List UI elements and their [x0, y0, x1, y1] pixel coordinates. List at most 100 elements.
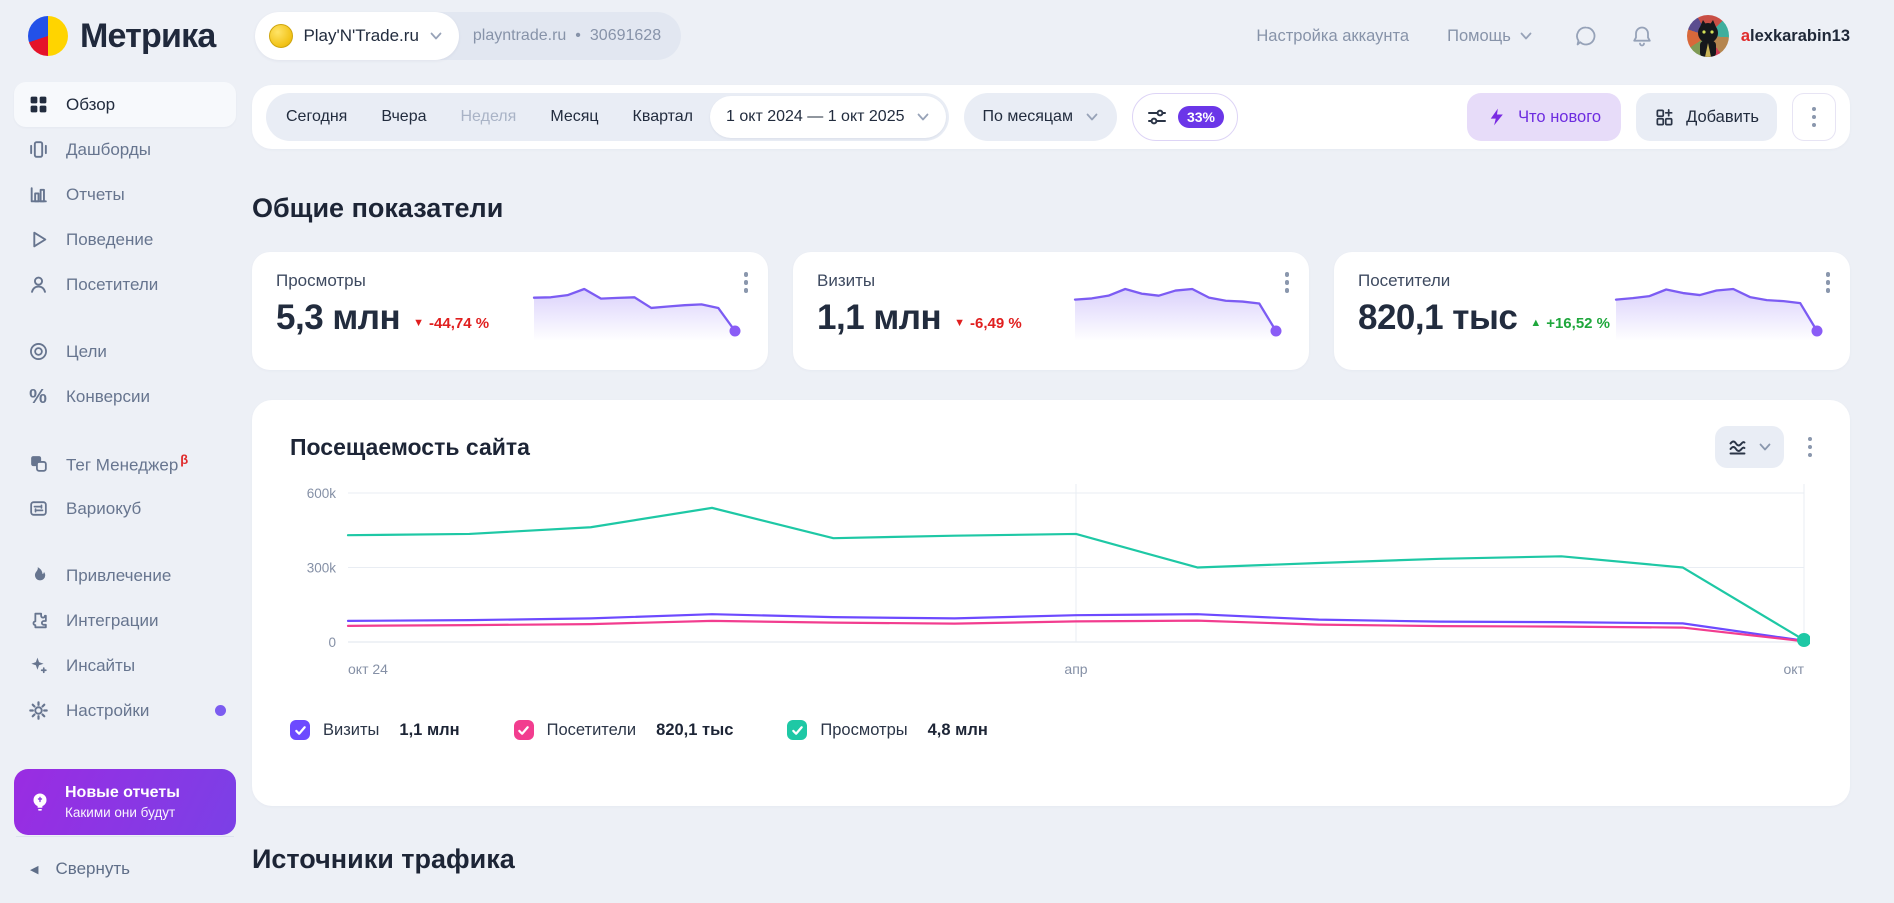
svg-text:окт 24: окт 24	[348, 661, 388, 677]
user-menu[interactable]: alexkarabin13	[1687, 15, 1850, 57]
notifications-button[interactable]	[1625, 19, 1659, 53]
collapse-label: Свернуть	[55, 859, 130, 879]
period-yesterday[interactable]: Вчера	[364, 96, 443, 138]
chevron-down-icon	[916, 110, 930, 124]
kebab-icon	[1812, 107, 1817, 128]
triangle-up-icon: ▲	[1530, 317, 1541, 329]
metric-card-views[interactable]: Просмотры 5,3 млн ▼-44,74 %	[252, 252, 768, 370]
metric-value: 5,3 млн	[276, 298, 400, 338]
card-menu-button[interactable]	[1826, 272, 1831, 293]
checkbox-checked-icon[interactable]	[514, 720, 534, 740]
sparkles-icon	[27, 655, 49, 677]
counter-id: 30691628	[590, 27, 661, 45]
sidebar-item-variocube[interactable]: Вариокуб	[14, 486, 236, 531]
messages-button[interactable]	[1569, 19, 1603, 53]
chart-menu-button[interactable]	[1808, 437, 1813, 458]
new-reports-promo-card[interactable]: Новые отчеты Какими они будут	[14, 769, 236, 835]
sparkline-chart	[1068, 282, 1283, 342]
sidebar-item-behavior[interactable]: Поведение	[14, 217, 236, 262]
whats-new-button[interactable]: Что нового	[1467, 93, 1621, 141]
sidebar-item-label: Конверсии	[66, 387, 150, 407]
metrika-app: Метрика Play'N'Trade.ru playntrade.ru • …	[0, 0, 1894, 903]
lightning-bolt-icon	[1487, 107, 1507, 127]
chevron-down-icon	[1085, 110, 1099, 124]
lightbulb-icon	[28, 790, 52, 814]
card-menu-button[interactable]	[744, 272, 749, 293]
metrika-logo-text: Метрика	[80, 17, 215, 56]
checkbox-checked-icon[interactable]	[290, 720, 310, 740]
sidebar-item-goals[interactable]: Цели	[14, 329, 236, 374]
sidebar-item-integrations[interactable]: Интеграции	[14, 598, 236, 643]
chevron-down-icon	[1519, 29, 1533, 43]
legend-item-visits[interactable]: Визиты 1,1 млн	[290, 720, 460, 740]
card-menu-button[interactable]	[1285, 272, 1290, 293]
sampling-button[interactable]: 33%	[1132, 93, 1238, 141]
checkbox-checked-icon[interactable]	[787, 720, 807, 740]
sliders-icon	[1146, 106, 1168, 128]
goals-icon	[27, 341, 49, 363]
chevron-down-icon	[429, 29, 443, 43]
behavior-icon	[27, 229, 49, 251]
counter-select[interactable]: Play'N'Trade.ru	[255, 12, 458, 60]
promo-subtitle: Какими они будут	[65, 805, 180, 820]
granularity-value: По месяцам	[982, 108, 1072, 126]
wavy-lines-icon	[1727, 436, 1749, 458]
sidebar-item-insights[interactable]: Инсайты	[14, 643, 236, 688]
sidebar-item-label: Посетители	[66, 275, 158, 295]
metric-card-visitors[interactable]: Посетители 820,1 тыс ▲+16,52 %	[1334, 252, 1850, 370]
sidebar-item-label: Настройки	[66, 701, 149, 721]
period-month[interactable]: Месяц	[533, 96, 615, 138]
legend-item-visitors[interactable]: Посетители 820,1 тыс	[514, 720, 734, 740]
sidebar-item-acquisition[interactable]: Привлечение	[14, 553, 236, 598]
sidebar-item-dashboards[interactable]: Дашборды	[14, 127, 236, 172]
sidebar-item-visitors[interactable]: Посетители	[14, 262, 236, 307]
grid-icon	[27, 94, 49, 116]
add-widget-button[interactable]: Добавить	[1636, 93, 1777, 141]
traffic-chart-card: Посещаемость сайта 600k300k0окт 24апрокт…	[252, 400, 1850, 806]
svg-text:0: 0	[328, 635, 336, 650]
toolbar-menu-button[interactable]	[1792, 93, 1836, 141]
sidebar-item-label: Цели	[66, 342, 107, 362]
whats-new-label: Что нового	[1518, 108, 1601, 127]
tag-manager-icon	[27, 453, 49, 475]
granularity-select[interactable]: По месяцам	[964, 93, 1116, 141]
sidebar-item-label: Поведение	[66, 230, 153, 250]
period-today[interactable]: Сегодня	[269, 96, 364, 138]
collapse-sidebar-button[interactable]: ◀ Свернуть	[14, 849, 236, 889]
sidebar-divider	[16, 836, 234, 837]
sidebar-item-settings[interactable]: Настройки	[14, 688, 236, 733]
sidebar-item-label: Вариокуб	[66, 499, 141, 519]
sidebar-item-label: Отчеты	[66, 185, 125, 205]
sidebar: Обзор Дашборды Отчеты Поведение Посетите…	[0, 72, 250, 903]
metrika-logo[interactable]: Метрика	[28, 16, 215, 56]
sidebar-item-reports[interactable]: Отчеты	[14, 172, 236, 217]
period-switcher: Сегодня Вчера Неделя Месяц Квартал 1 окт…	[266, 93, 949, 141]
sidebar-item-tag-manager[interactable]: Тег Менеджерβ	[14, 441, 236, 486]
cat-avatar-icon	[1687, 15, 1729, 57]
help-menu[interactable]: Помощь	[1447, 27, 1533, 46]
legend-item-pageviews[interactable]: Просмотры 4,8 млн	[787, 720, 987, 740]
traffic-line-chart[interactable]: 600k300k0окт 24апрокт	[290, 474, 1810, 706]
account-settings-link[interactable]: Настройка аккаунта	[1256, 27, 1409, 46]
settings-notification-dot	[215, 705, 226, 716]
period-week[interactable]: Неделя	[444, 96, 534, 138]
sparkline-chart	[527, 282, 742, 342]
sidebar-item-label: Тег Менеджерβ	[66, 452, 188, 476]
chevron-down-icon	[1758, 440, 1772, 454]
flame-icon	[27, 565, 49, 587]
puzzle-icon	[27, 610, 49, 632]
bell-icon	[1630, 24, 1654, 48]
sidebar-item-label: Обзор	[66, 95, 115, 115]
svg-text:300k: 300k	[307, 560, 337, 575]
chart-type-select[interactable]	[1715, 426, 1784, 468]
avatar	[1687, 15, 1729, 57]
sidebar-item-label: Дашборды	[66, 140, 151, 160]
gear-icon	[27, 700, 49, 722]
counter-domain: playntrade.ru	[473, 27, 566, 45]
period-quarter[interactable]: Квартал	[616, 96, 710, 138]
date-range-picker[interactable]: 1 окт 2024 — 1 окт 2025	[710, 96, 946, 138]
metric-card-visits[interactable]: Визиты 1,1 млн ▼-6,49 %	[793, 252, 1309, 370]
sidebar-item-conversions[interactable]: % Конверсии	[14, 374, 236, 419]
sidebar-item-overview[interactable]: Обзор	[14, 82, 236, 127]
sidebar-item-label: Инсайты	[66, 656, 135, 676]
